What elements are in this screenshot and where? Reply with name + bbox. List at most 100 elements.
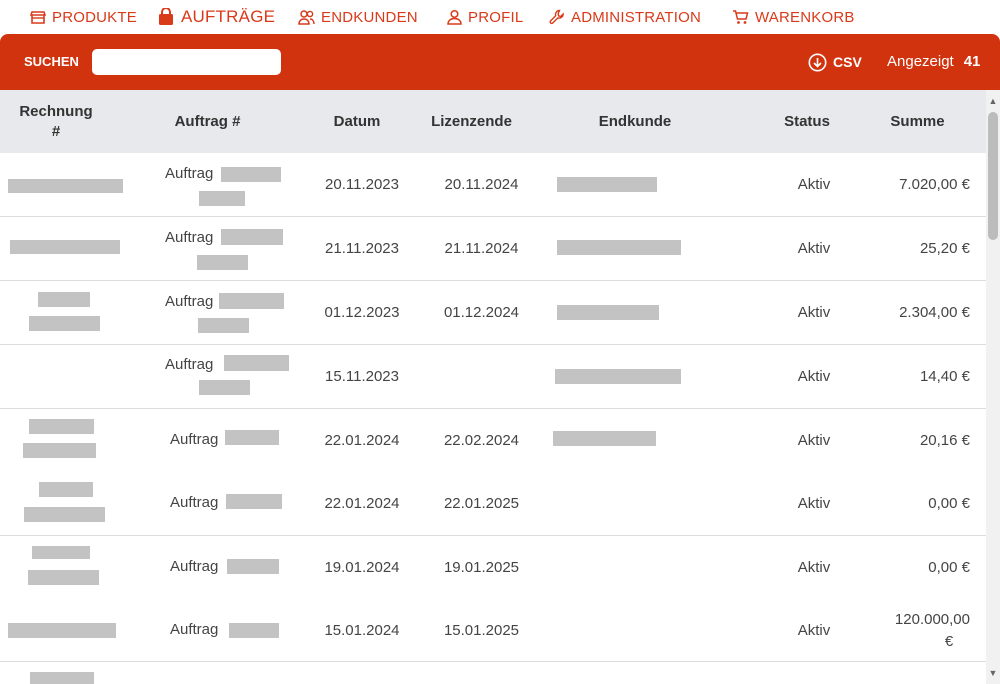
row-datum: 01.12.2023 [324, 304, 400, 321]
nav-profil[interactable]: PROFIL [447, 0, 523, 34]
auftrag-label: Auftrag [165, 356, 214, 373]
redacted-auftrag [229, 623, 279, 638]
scrollbar-thumb[interactable] [988, 112, 998, 240]
redacted-auftrag [227, 559, 279, 574]
col-header-datum[interactable]: Datum [312, 90, 402, 153]
row-datum: 19.01.2024 [324, 559, 400, 576]
redacted-auftrag [225, 430, 279, 445]
redacted-rechnung [29, 419, 94, 434]
row-summe: 20,16 € [919, 432, 970, 449]
bag-icon [159, 8, 173, 25]
redacted-endkunde [555, 369, 681, 384]
table-row[interactable]: Auftrag 19.01.2024 19.01.2025 Aktiv 0,00… [0, 536, 986, 600]
nav-endkunden[interactable]: ENDKUNDEN [298, 0, 418, 34]
row-lizenzende: 22.01.2025 [443, 495, 520, 512]
row-status: Aktiv [797, 495, 831, 512]
user-icon [447, 9, 462, 25]
csv-download-button[interactable]: CSV [808, 34, 862, 90]
col-header-rechnung[interactable]: Rechnung # [0, 90, 112, 153]
shown-count: 41 [963, 53, 981, 70]
col-header-summe[interactable]: Summe [875, 90, 960, 153]
row-datum: 22.01.2024 [324, 495, 400, 512]
row-summe: 14,40 € [919, 368, 970, 385]
row-summe: 0,00 € [928, 495, 970, 512]
table-row[interactable]: Auftrag 21.11.2023 21.11.2024 Aktiv 25,2… [0, 217, 986, 281]
row-summe: 2.304,00 € [899, 304, 970, 321]
redacted-endkunde [557, 240, 681, 255]
nav-produkte[interactable]: PRODUKTE [30, 0, 137, 34]
redacted-auftrag [226, 494, 282, 509]
nav-warenkorb[interactable]: WARENKORB [732, 0, 855, 34]
auftrag-label: Auftrag [165, 229, 214, 246]
row-status: Aktiv [797, 176, 831, 193]
col-header-status[interactable]: Status [770, 90, 844, 153]
row-summe: 7.020,00 € [899, 176, 970, 193]
nav-administration[interactable]: ADMINISTRATION [549, 0, 701, 34]
auftrag-label: Auftrag [170, 494, 219, 511]
row-lizenzende: 20.11.2024 [444, 176, 519, 193]
nav-profil-label: PROFIL [468, 8, 524, 26]
scroll-up-icon[interactable]: ▲ [988, 96, 998, 106]
row-datum: 21.11.2023 [325, 240, 399, 257]
users-icon [298, 10, 315, 25]
redacted-auftrag [219, 293, 284, 309]
row-datum: 15.11.2023 [325, 368, 399, 385]
row-status: Aktiv [797, 304, 831, 321]
redacted-rechnung [8, 623, 116, 638]
col-header-endkunde[interactable]: Endkunde [580, 90, 690, 153]
redacted-rechnung [38, 292, 90, 307]
nav-administration-label: ADMINISTRATION [571, 8, 702, 26]
table-row[interactable]: Auftrag 15.01.2024 15.01.2025 Aktiv 120.… [0, 599, 986, 662]
table-toolbar: SUCHEN CSV Angezeigt 41 [0, 34, 1000, 90]
redacted-auftrag [199, 191, 245, 206]
table-row[interactable]: Auftrag 22.01.2024 22.02.2024 Aktiv 20,1… [0, 409, 986, 473]
row-status: Aktiv [797, 432, 831, 449]
redacted-auftrag [198, 318, 249, 333]
redacted-endkunde [553, 431, 656, 446]
table-row[interactable]: Auftrag 22.01.2024 22.01.2025 Aktiv 0,00… [0, 472, 986, 536]
redacted-endkunde [557, 305, 659, 320]
table-row[interactable]: Auftrag 01.12.2023 01.12.2024 Aktiv 2.30… [0, 281, 986, 345]
row-summe-line1: 120.000,00 [894, 611, 970, 628]
row-lizenzende: 19.01.2025 [443, 559, 520, 576]
auftrag-label: Auftrag [170, 558, 219, 575]
redacted-rechnung [32, 546, 90, 559]
redacted-rechnung [29, 316, 100, 331]
nav-warenkorb-label: WARENKORB [755, 8, 855, 26]
redacted-rechnung [39, 482, 93, 497]
table-row[interactable]: Auftrag 15.11.2023 Aktiv 14,40 € [0, 345, 986, 409]
row-datum: 15.01.2024 [324, 621, 400, 639]
col-header-rechnung-line1: Rechnung [19, 102, 93, 120]
table-header: Rechnung # Auftrag # Datum Lizenzende En… [0, 90, 986, 153]
row-status: Aktiv [797, 368, 831, 385]
top-navigation: PRODUKTE AUFTRÄGE ENDKUNDEN PROFIL ADMIN… [0, 0, 1000, 34]
row-lizenzende: 22.02.2024 [443, 432, 520, 449]
table-row[interactable]: Auftrag 20.11.2023 20.11.2024 Aktiv 7.02… [0, 153, 986, 217]
col-header-lizenzende[interactable]: Lizenzende [420, 90, 523, 153]
search-input[interactable] [92, 49, 281, 75]
row-summe: 0,00 € [928, 559, 970, 576]
scroll-down-icon[interactable]: ▼ [988, 668, 998, 678]
download-icon [808, 53, 827, 71]
nav-endkunden-label: ENDKUNDEN [321, 8, 418, 26]
redacted-auftrag [197, 255, 248, 270]
row-datum: 22.01.2024 [324, 432, 400, 449]
redacted-rechnung [30, 672, 94, 684]
nav-auftraege[interactable]: AUFTRÄGE [157, 0, 275, 34]
row-datum: 20.11.2023 [325, 176, 399, 193]
redacted-auftrag [224, 355, 289, 371]
redacted-rechnung [10, 240, 120, 254]
row-lizenzende: 01.12.2024 [443, 304, 520, 321]
nav-produkte-label: PRODUKTE [52, 8, 137, 26]
auftrag-label: Auftrag [170, 431, 219, 448]
redacted-rechnung [28, 570, 99, 585]
redacted-endkunde [557, 177, 657, 192]
row-summe: 120.000,00 € [895, 609, 970, 653]
wrench-icon [549, 9, 564, 25]
nav-auftraege-label: AUFTRÄGE [181, 7, 276, 26]
shown-label: Angezeigt [887, 53, 954, 70]
col-header-rechnung-line2: # [51, 122, 61, 140]
cart-icon [733, 10, 749, 24]
col-header-auftrag[interactable]: Auftrag # [140, 90, 275, 153]
table-row[interactable] [0, 662, 986, 684]
